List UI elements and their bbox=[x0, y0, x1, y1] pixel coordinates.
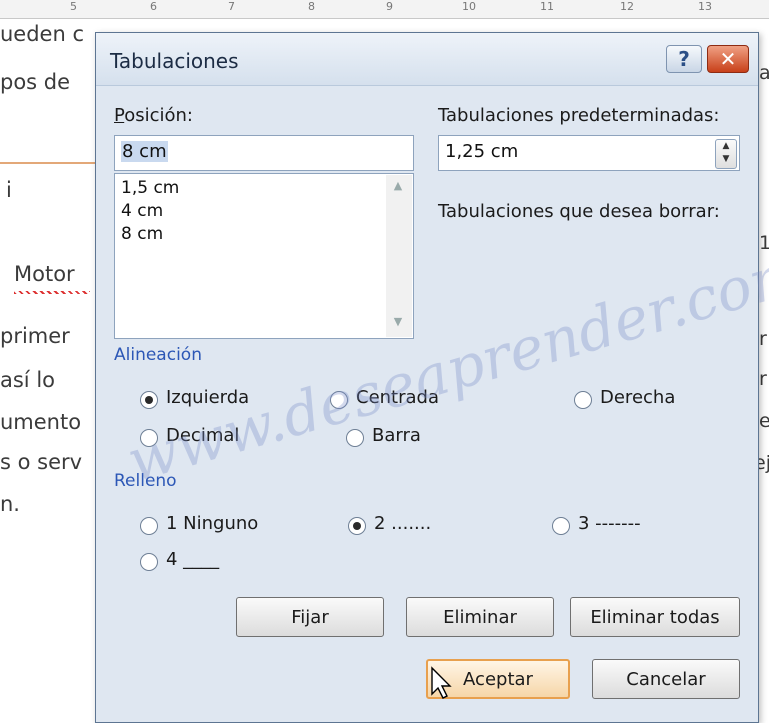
cancel-button[interactable]: Cancelar bbox=[592, 659, 740, 699]
ruler-number: 8 bbox=[308, 0, 315, 13]
help-button[interactable]: ? bbox=[666, 45, 702, 73]
radio-decimal[interactable] bbox=[140, 429, 158, 447]
radio-barra[interactable] bbox=[346, 429, 364, 447]
help-icon: ? bbox=[678, 47, 690, 71]
list-scrollbar[interactable]: ▲ ▼ bbox=[386, 175, 412, 337]
scroll-up-icon[interactable]: ▲ bbox=[389, 179, 407, 197]
ruler-number: 10 bbox=[462, 0, 476, 13]
option-leader-2: 2 ....... bbox=[374, 513, 432, 534]
doc-edge-char: r bbox=[759, 328, 767, 350]
radio-izquierda[interactable] bbox=[140, 391, 158, 409]
spelling-squiggle bbox=[14, 291, 90, 294]
doc-edge-char: a bbox=[759, 62, 769, 84]
clear-button[interactable]: Eliminar bbox=[406, 597, 554, 637]
scroll-down-icon[interactable]: ▼ bbox=[389, 315, 407, 333]
list-item[interactable]: 4 cm bbox=[121, 201, 163, 221]
clear-tabs-label: Tabulaciones que desea borrar: bbox=[438, 201, 720, 222]
option-centrada: Centrada bbox=[356, 387, 439, 408]
doc-divider bbox=[0, 162, 100, 164]
dialog-titlebar[interactable]: Tabulaciones ? ✕ bbox=[96, 33, 758, 86]
option-leader-1: 1 Ninguno bbox=[166, 513, 259, 534]
ruler-number: 12 bbox=[620, 0, 634, 13]
default-tabs-spinner[interactable]: ▲ ▼ bbox=[715, 139, 737, 169]
radio-centrada[interactable] bbox=[330, 391, 348, 409]
doc-line: s o serv bbox=[0, 450, 83, 474]
dialog-title: Tabulaciones bbox=[110, 49, 239, 73]
ruler-number: 13 bbox=[698, 0, 712, 13]
ruler-number: 5 bbox=[70, 0, 77, 13]
radio-leader-1[interactable] bbox=[140, 517, 158, 535]
doc-line: así lo bbox=[0, 368, 56, 392]
clear-all-button[interactable]: Eliminar todas bbox=[570, 597, 740, 637]
spin-up-icon[interactable]: ▲ bbox=[716, 140, 736, 153]
position-label: Posición: bbox=[114, 105, 193, 126]
doc-line: umento bbox=[0, 410, 82, 434]
list-item[interactable]: 8 cm bbox=[121, 224, 163, 244]
mouse-pointer-icon bbox=[431, 666, 452, 699]
tabs-dialog: Tabulaciones ? ✕ Posición: 8 cm 1,5 cm 4… bbox=[95, 32, 759, 723]
default-tabs-label: Tabulaciones predeterminadas: bbox=[438, 105, 720, 126]
spin-down-icon[interactable]: ▼ bbox=[716, 153, 736, 166]
ruler-number: 6 bbox=[150, 0, 157, 13]
doc-line: pos de bbox=[0, 70, 71, 94]
default-tabs-input[interactable]: 1,25 cm ▲ ▼ bbox=[438, 135, 740, 171]
doc-edge-char: r bbox=[759, 368, 767, 390]
option-izquierda: Izquierda bbox=[166, 387, 250, 408]
ruler: 5 6 7 8 9 10 11 12 13 bbox=[0, 0, 769, 19]
leader-title: Relleno bbox=[114, 471, 177, 491]
position-input[interactable]: 8 cm bbox=[114, 135, 414, 171]
doc-edge-char: e bbox=[759, 410, 769, 432]
radio-leader-4[interactable] bbox=[140, 553, 158, 571]
position-value: 8 cm bbox=[121, 141, 168, 162]
ruler-number: 11 bbox=[540, 0, 554, 13]
set-button[interactable]: Fijar bbox=[236, 597, 384, 637]
radio-leader-2[interactable] bbox=[348, 517, 366, 535]
alignment-title: Alineación bbox=[114, 345, 202, 365]
ruler-number: 7 bbox=[228, 0, 235, 13]
position-list[interactable]: 1,5 cm 4 cm 8 cm ▲ ▼ bbox=[114, 173, 414, 339]
default-tabs-value: 1,25 cm bbox=[445, 141, 519, 162]
radio-derecha[interactable] bbox=[574, 391, 592, 409]
option-leader-3: 3 ------- bbox=[578, 513, 641, 534]
option-barra: Barra bbox=[372, 425, 421, 446]
option-decimal: Decimal bbox=[166, 425, 240, 446]
option-derecha: Derecha bbox=[600, 387, 676, 408]
doc-line: ueden c bbox=[0, 22, 85, 46]
close-icon: ✕ bbox=[719, 47, 737, 71]
doc-edge-char: 1 bbox=[759, 232, 769, 254]
doc-line: Motor bbox=[14, 262, 75, 286]
list-item[interactable]: 1,5 cm bbox=[121, 178, 179, 198]
doc-line: primer bbox=[0, 324, 70, 348]
ruler-number: 9 bbox=[386, 0, 393, 13]
option-leader-4: 4 ____ bbox=[166, 549, 220, 570]
doc-line: i bbox=[6, 178, 12, 202]
close-button[interactable]: ✕ bbox=[707, 45, 749, 73]
radio-leader-3[interactable] bbox=[552, 517, 570, 535]
doc-line: n. bbox=[0, 492, 20, 516]
